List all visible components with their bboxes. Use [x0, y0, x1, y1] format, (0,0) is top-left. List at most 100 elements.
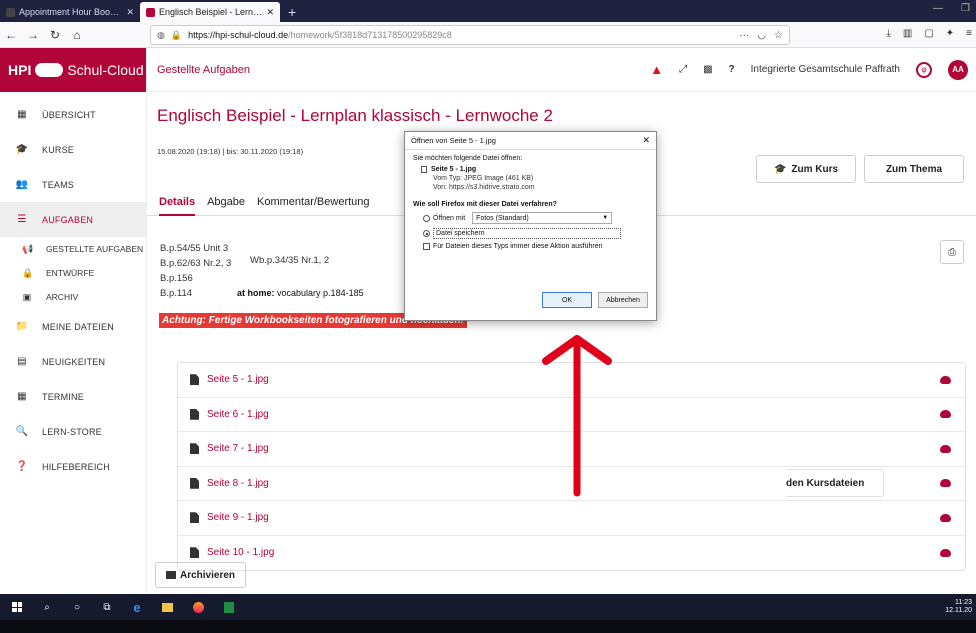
- qr-code-icon[interactable]: ▩: [703, 64, 712, 75]
- favicon-icon: [146, 7, 155, 17]
- tab-details[interactable]: Details: [159, 188, 196, 216]
- cortana-icon[interactable]: ○: [72, 602, 82, 613]
- spreadsheet-icon[interactable]: [224, 601, 234, 613]
- more-icon[interactable]: ···: [739, 30, 749, 41]
- sidebar-item-hilfebereich[interactable]: ❓ HILFEBEREICH: [0, 449, 146, 484]
- dialog-buttons: OK Abbrechen: [542, 292, 648, 308]
- sidebar-item-label: MEINE DATEIEN: [42, 321, 114, 332]
- library-icon[interactable]: ▥: [903, 28, 912, 39]
- file-name[interactable]: Seite 6 - 1.jpg: [207, 409, 269, 420]
- tab-kommentar[interactable]: Kommentar/Bewertung: [257, 188, 370, 216]
- extension-icon[interactable]: ✦: [946, 28, 954, 39]
- clock-time: 11:23: [955, 599, 972, 606]
- help-icon[interactable]: ?: [729, 64, 735, 75]
- edge-icon[interactable]: e: [132, 600, 142, 615]
- file-name[interactable]: Seite 5 - 1.jpg: [207, 374, 269, 385]
- sidebar-item-lern-store[interactable]: 🔍 LERN-STORE: [0, 414, 146, 449]
- forward-icon[interactable]: →: [22, 28, 44, 42]
- file-item[interactable]: Seite 10 - 1.jpg: [178, 536, 965, 571]
- sidebar-item-neuigkeiten[interactable]: ▤ NEUIGKEITEN: [0, 344, 146, 379]
- tab-abgabe[interactable]: Abgabe: [207, 188, 245, 216]
- search-icon[interactable]: ⌕: [42, 602, 52, 613]
- to-topic-button[interactable]: Zum Thema: [864, 155, 964, 183]
- save-file-option[interactable]: Datei speichern: [423, 228, 648, 239]
- url-bar[interactable]: ◍ 🔒 https://hpi-schul-cloud.de/homework/…: [150, 25, 790, 45]
- sidebar-item-teams[interactable]: 👥 TEAMS: [0, 167, 146, 202]
- sidebar-subitem-entwuerfe[interactable]: 🔒 ENTWÜRFE: [0, 261, 146, 285]
- sidebar-subitem-gestellte-aufgaben[interactable]: 📢 GESTELLTE AUFGABEN: [0, 237, 146, 261]
- print-button[interactable]: ⎙: [940, 240, 964, 264]
- sidebar-item-kurse[interactable]: 🎓 KURSE: [0, 132, 146, 167]
- sidebar-item-termine[interactable]: ▦ TERMINE: [0, 379, 146, 414]
- close-tab-icon[interactable]: ✕: [126, 7, 134, 18]
- back-icon[interactable]: ←: [0, 28, 22, 42]
- sidebar-icon[interactable]: ▢: [924, 28, 933, 39]
- cloud-upload-icon[interactable]: [940, 513, 951, 522]
- close-tab-icon[interactable]: ✕: [266, 7, 274, 18]
- file-icon: [190, 512, 199, 524]
- cloud-upload-icon[interactable]: [940, 375, 951, 384]
- screen: Appointment Hour Booking Optio ✕ Englisc…: [0, 0, 976, 633]
- lock-icon: 🔒: [170, 29, 183, 40]
- pocket-icon[interactable]: ◡: [757, 30, 766, 41]
- always-checkbox[interactable]: [423, 243, 430, 250]
- dialog-question: Wie soll Firefox mit dieser Datei verfah…: [413, 201, 557, 208]
- sidebar-subitem-archiv[interactable]: ▣ ARCHIV: [0, 285, 146, 309]
- minimize-icon[interactable]: —: [933, 3, 943, 14]
- archive-button[interactable]: Archivieren: [155, 562, 247, 588]
- browser-tab-booking[interactable]: Appointment Hour Booking Optio ✕: [0, 2, 140, 22]
- reload-icon[interactable]: ↻: [44, 28, 66, 42]
- open-with-select[interactable]: Fotos (Standard) ▼: [472, 212, 613, 224]
- sidebar-item-uebersicht[interactable]: ▦ ÜBERSICHT: [0, 97, 146, 132]
- help-icon: ❓: [15, 461, 29, 472]
- bookmark-star-icon[interactable]: ☆: [774, 30, 783, 41]
- open-with-radio[interactable]: [423, 214, 430, 222]
- description-line: B.p.156: [160, 273, 193, 284]
- firefox-icon[interactable]: [193, 601, 204, 613]
- maximize-icon[interactable]: ❐: [961, 3, 970, 14]
- taskbar-row: ⌕ ○ ⧉ e 11:23 12.11.20: [0, 594, 976, 620]
- homework-note: at home: vocabulary p.184-185: [237, 288, 364, 298]
- cloud-upload-icon[interactable]: [940, 410, 951, 419]
- to-course-button[interactable]: 🎓 Zum Kurs: [756, 155, 856, 183]
- cloud-upload-icon[interactable]: [940, 444, 951, 453]
- sidebar-item-aufgaben[interactable]: ☰ AUFGABEN: [0, 202, 146, 237]
- window-controls: — ❐: [933, 3, 970, 14]
- file-name[interactable]: Seite 7 - 1.jpg: [207, 443, 269, 454]
- taskbar-clock[interactable]: 11:23 12.11.20: [945, 599, 976, 615]
- new-tab-icon[interactable]: +: [280, 2, 304, 22]
- avatar[interactable]: AA: [948, 59, 968, 80]
- always-option[interactable]: Für Dateien dieses Typs immer diese Akti…: [423, 243, 648, 250]
- save-file-radio[interactable]: [423, 230, 430, 237]
- sidebar-item-label: TEAMS: [42, 179, 75, 190]
- file-name[interactable]: Seite 9 - 1.jpg: [207, 512, 269, 523]
- task-view-icon[interactable]: ⧉: [102, 602, 112, 613]
- close-icon[interactable]: ✕: [642, 135, 650, 146]
- dialog-titlebar: Öffnen von Seite 5 - 1.jpg ✕: [405, 132, 656, 150]
- fullscreen-icon[interactable]: ⤢: [679, 64, 687, 75]
- warning-icon[interactable]: ▲: [650, 62, 663, 77]
- sidebar-item-meine-dateien[interactable]: 📁 MEINE DATEIEN: [0, 309, 146, 344]
- task-dates: 15.08.2020 (19:18) | bis: 30.11.2020 (19…: [157, 147, 304, 156]
- file-name[interactable]: Seite 8 - 1.jpg: [207, 478, 269, 489]
- cloud-upload-icon[interactable]: [940, 548, 951, 557]
- school-name[interactable]: Integrierte Gesamtschule Paffrath: [751, 64, 900, 75]
- breadcrumb[interactable]: Gestellte Aufgaben: [157, 64, 250, 76]
- open-with-option[interactable]: Öffnen mit Fotos (Standard) ▼: [423, 212, 648, 224]
- download-icon[interactable]: ⤓: [886, 28, 890, 39]
- cancel-button[interactable]: Abbrechen: [598, 292, 648, 308]
- ok-button[interactable]: OK: [542, 292, 592, 308]
- shield-icon: ◍: [157, 29, 165, 40]
- menu-icon[interactable]: ≡: [966, 28, 972, 39]
- file-item[interactable]: Seite 9 - 1.jpg: [178, 501, 965, 536]
- file-explorer-icon[interactable]: [162, 602, 173, 612]
- windows-start-icon[interactable]: [12, 602, 22, 612]
- school-logo-icon: φ: [916, 61, 932, 78]
- red-arrow-annotation: [542, 335, 612, 497]
- browser-tab-englisch[interactable]: Englisch Beispiel - Lernplan kla ✕: [140, 2, 280, 22]
- home-icon[interactable]: ⌂: [66, 28, 88, 42]
- cloud-upload-icon[interactable]: [940, 479, 951, 488]
- brand-logo[interactable]: HPI Schul-Cloud: [0, 48, 146, 92]
- file-name[interactable]: Seite 10 - 1.jpg: [207, 547, 274, 558]
- graduation-cap-icon: 🎓: [15, 144, 29, 155]
